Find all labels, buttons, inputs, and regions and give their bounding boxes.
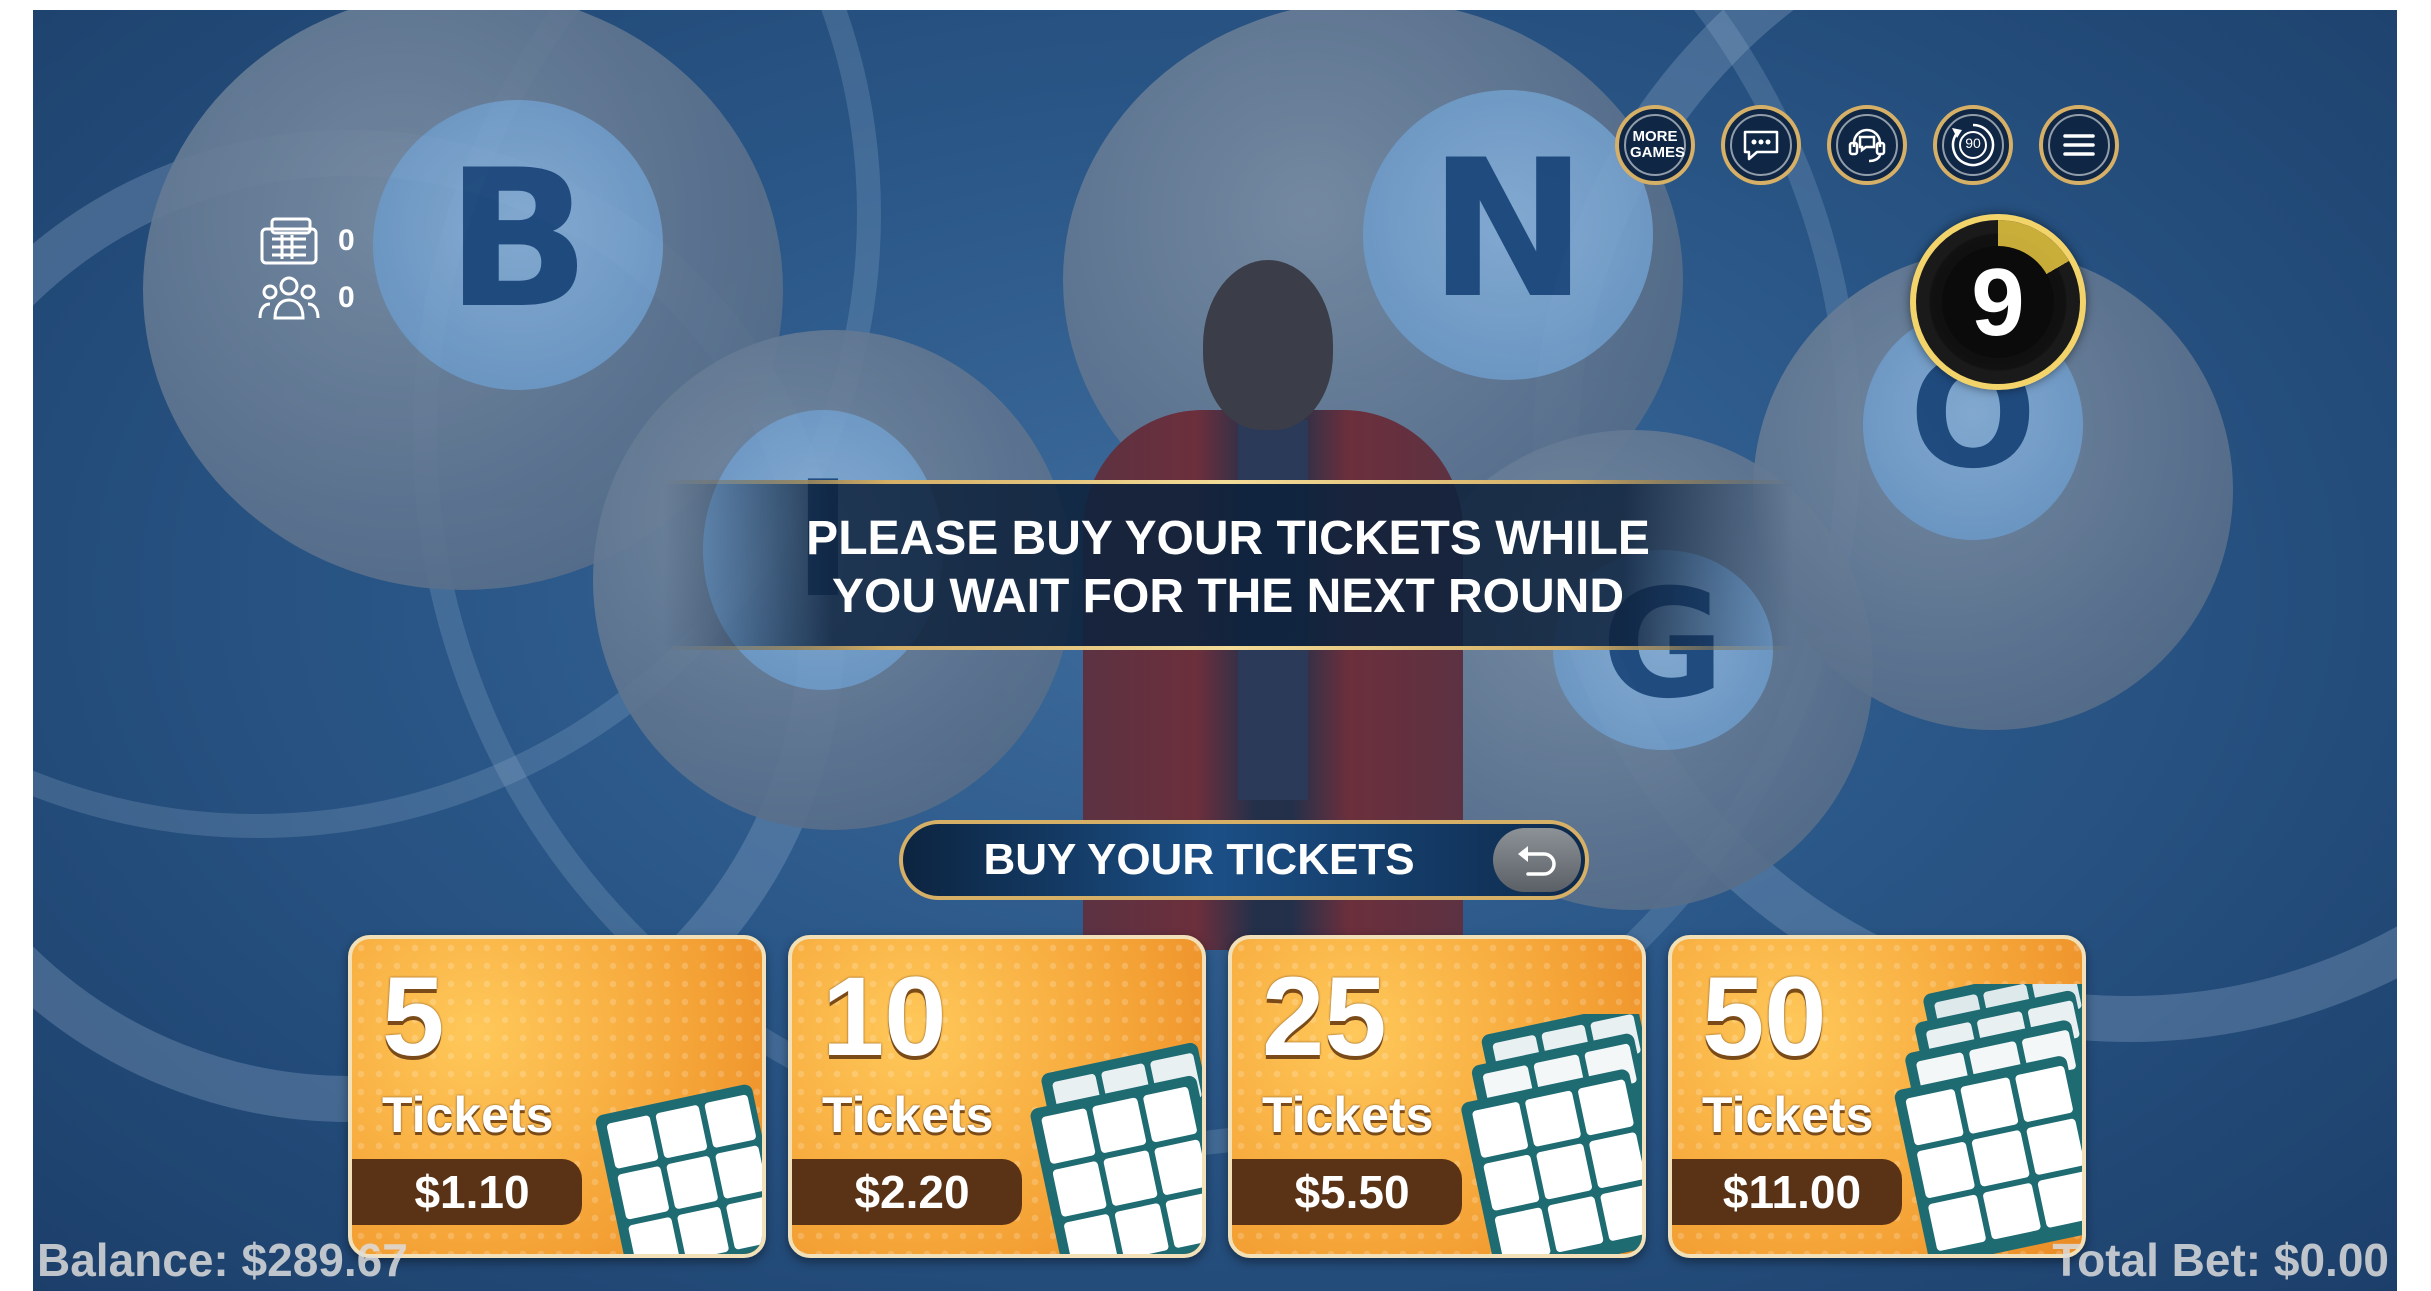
ticket-price: $2.20 <box>792 1159 1022 1225</box>
ticket-quantity: 25 <box>1262 954 1387 1079</box>
balance-display: Balance: $289.67 <box>37 1234 408 1286</box>
ticket-option-50[interactable]: 50 Tickets $11.00 <box>1668 935 2086 1258</box>
support-button[interactable] <box>1827 105 1907 185</box>
support-icon <box>1848 128 1886 163</box>
ticket-price: $1.10 <box>352 1159 582 1225</box>
ticket-word: Tickets <box>1262 1087 1434 1143</box>
autoplay-count: 90 <box>1965 135 1981 151</box>
ticket-quantity: 10 <box>822 954 947 1079</box>
message-line-1: PLEASE BUY YOUR TICKETS WHILE <box>806 512 1650 565</box>
more-games-icon: MORE GAMES <box>1624 114 1686 176</box>
ball-letter: B <box>445 129 591 350</box>
countdown-value: 9 <box>1971 249 2025 356</box>
ticket-grid-icon <box>595 1084 762 1254</box>
ticket-grid-icon <box>1030 1042 1202 1254</box>
ticket-icon <box>260 217 318 265</box>
buy-tickets-bar: BUY YOUR TICKETS <box>899 820 1589 900</box>
tickets-counter: 0 <box>258 215 355 267</box>
menu-button[interactable] <box>2039 105 2119 185</box>
ticket-option-25[interactable]: 25 Tickets $5.50 <box>1228 935 1646 1258</box>
more-games-button[interactable]: MORE GAMES <box>1615 105 1695 185</box>
undo-icon <box>1518 846 1556 876</box>
chat-button[interactable] <box>1721 105 1801 185</box>
players-count: 0 <box>338 281 355 314</box>
ticket-quantity: 50 <box>1702 954 1827 1079</box>
autoplay-button[interactable]: 90 <box>1933 105 2013 185</box>
players-icon <box>258 276 320 320</box>
ticket-word: Tickets <box>1702 1087 1874 1143</box>
ticket-price: $5.50 <box>1232 1159 1462 1225</box>
message-line-2: YOU WAIT FOR THE NEXT ROUND <box>832 570 1624 623</box>
ticket-word: Tickets <box>382 1087 554 1143</box>
ticket-word: Tickets <box>822 1087 994 1143</box>
message-banner: PLEASE BUY YOUR TICKETS WHILE YOU WAIT F… <box>663 480 1793 650</box>
undo-button[interactable] <box>1493 828 1581 892</box>
total-bet-display: Total Bet: $0.00 <box>2052 1234 2389 1286</box>
buy-tickets-label: BUY YOUR TICKETS <box>983 835 1415 884</box>
ticket-quantity: 5 <box>382 954 445 1079</box>
ticket-option-5[interactable]: 5 Tickets $1.10 <box>348 935 766 1258</box>
players-counter: 0 <box>258 272 355 324</box>
ticket-price: $11.00 <box>1672 1159 1902 1225</box>
more-games-label: MORE GAMES <box>1630 128 1686 161</box>
game-stage: B N I G O 0 <box>33 10 2397 1291</box>
ticket-option-10[interactable]: 10 Tickets $2.20 <box>788 935 1206 1258</box>
countdown-timer: 9 <box>1910 214 2086 390</box>
chat-icon <box>1743 130 1779 161</box>
tickets-count: 0 <box>338 224 355 257</box>
menu-icon <box>2063 134 2095 156</box>
